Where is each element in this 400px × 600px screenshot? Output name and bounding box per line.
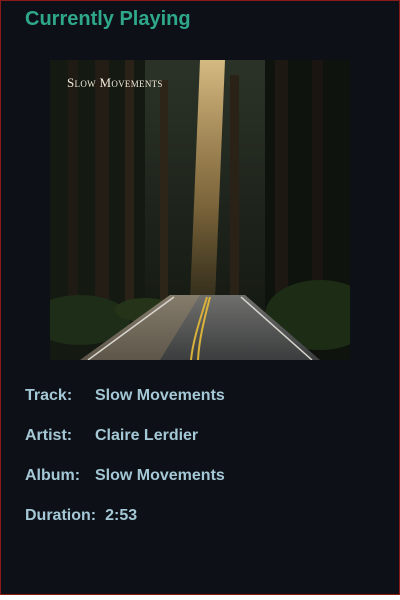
track-value: Slow Movements xyxy=(95,387,225,404)
duration-value: 2:53 xyxy=(105,507,138,524)
duration-label: Duration: xyxy=(25,507,97,524)
album-cover: Slow Movements xyxy=(50,60,350,360)
artist-row: Artist: Claire Lerdier xyxy=(25,427,198,445)
now-playing-panel: Currently Playing Slow Movements Track: … xyxy=(0,0,400,595)
album-value: Slow Movements xyxy=(95,467,225,484)
album-cover-image xyxy=(50,60,350,360)
duration-row: Duration: 2:53 xyxy=(25,507,137,525)
track-row: Track: Slow Movements xyxy=(25,387,225,405)
album-cover-title: Slow Movements xyxy=(67,75,163,90)
artist-value: Claire Lerdier xyxy=(95,427,199,444)
page-title: Currently Playing xyxy=(25,8,191,30)
album-row: Album: Slow Movements xyxy=(25,467,225,485)
track-label: Track: xyxy=(25,387,73,404)
album-label: Album: xyxy=(25,467,81,484)
artist-label: Artist: xyxy=(25,427,73,444)
